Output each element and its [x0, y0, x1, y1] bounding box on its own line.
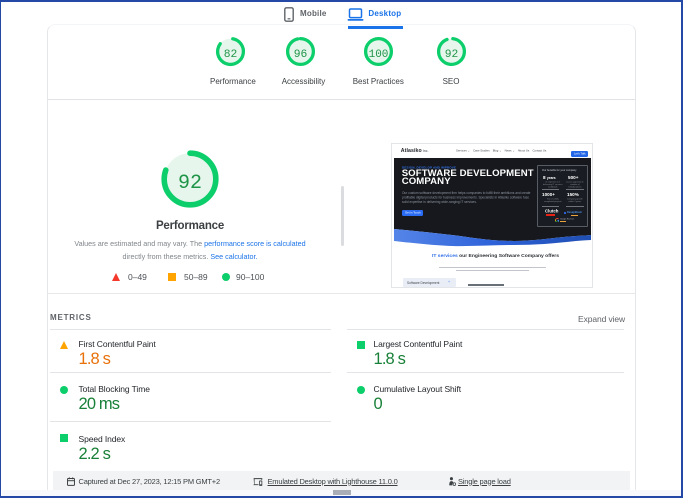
svg-text:100: 100: [368, 49, 388, 61]
svg-text:96: 96: [294, 49, 308, 61]
svg-text:92: 92: [178, 172, 202, 195]
svg-text:92: 92: [444, 49, 458, 61]
svg-text:82: 82: [224, 49, 238, 61]
